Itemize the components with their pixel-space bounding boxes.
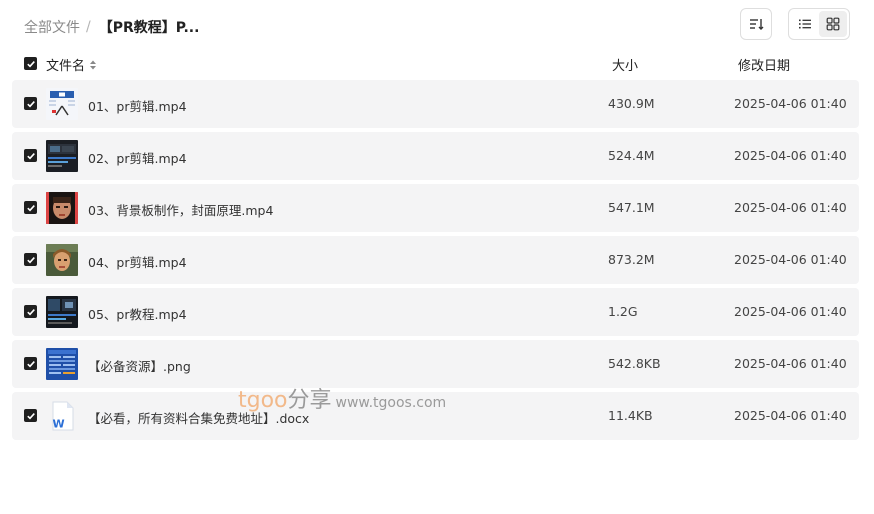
breadcrumb-current-folder: 【PR教程】P... (98, 20, 200, 36)
file-date: 2025-04-06 01:40 (734, 408, 847, 423)
word-doc-icon: W (52, 401, 74, 431)
file-name[interactable]: 【必看，所有资料合集免费地址】.docx (88, 408, 309, 427)
table-header: 文件名 大小 修改日期 (24, 54, 854, 74)
file-size: 11.4KB (608, 408, 653, 423)
breadcrumb-separator: / (86, 19, 91, 35)
file-size: 547.1M (608, 200, 655, 215)
video-thumbnail-icon (46, 88, 78, 120)
checkmark-icon (26, 204, 35, 211)
row-checkbox[interactable] (24, 357, 37, 370)
row-checkbox[interactable] (24, 97, 37, 110)
checkmark-icon (26, 360, 35, 367)
row-checkbox[interactable] (24, 149, 37, 162)
file-name[interactable]: 02、pr剪辑.mp4 (88, 148, 187, 167)
name-column-header[interactable]: 文件名 (46, 55, 98, 74)
file-row[interactable]: 02、pr剪辑.mp4 524.4M 2025-04-06 01:40 (12, 132, 859, 180)
name-header-label: 文件名 (46, 59, 86, 74)
file-date: 2025-04-06 01:40 (734, 356, 847, 371)
date-column-header[interactable]: 修改日期 (738, 55, 790, 74)
file-name[interactable]: 01、pr剪辑.mp4 (88, 96, 187, 115)
file-row[interactable]: 03、背景板制作，封面原理.mp4 547.1M 2025-04-06 01:4… (12, 184, 859, 232)
view-toggle (788, 8, 850, 40)
file-size: 430.9M (608, 96, 655, 111)
sort-button[interactable] (740, 8, 772, 40)
size-column-header[interactable]: 大小 (612, 55, 638, 74)
list-view-button[interactable] (791, 11, 819, 37)
video-thumbnail-icon (46, 244, 78, 276)
grid-view-icon (826, 17, 840, 31)
checkmark-icon (26, 100, 35, 107)
select-all-checkbox[interactable] (24, 57, 37, 70)
file-size: 873.2M (608, 252, 655, 267)
file-row[interactable]: 04、pr剪辑.mp4 873.2M 2025-04-06 01:40 (12, 236, 859, 284)
image-thumbnail-icon (46, 348, 78, 380)
list-view-icon (799, 19, 811, 29)
grid-view-button[interactable] (819, 11, 847, 37)
sort-toggle-icon (90, 60, 97, 69)
file-row[interactable]: 01、pr剪辑.mp4 430.9M 2025-04-06 01:40 (12, 80, 859, 128)
file-date: 2025-04-06 01:40 (734, 304, 847, 319)
file-date: 2025-04-06 01:40 (734, 200, 847, 215)
file-date: 2025-04-06 01:40 (734, 148, 847, 163)
file-row[interactable]: 【必备资源】.png 542.8KB 2025-04-06 01:40 (12, 340, 859, 388)
sort-icon (750, 19, 764, 30)
video-thumbnail-icon (46, 192, 78, 224)
file-row[interactable]: W 【必看，所有资料合集免费地址】.docx 11.4KB 2025-04-06… (12, 392, 859, 440)
file-size: 542.8KB (608, 356, 661, 371)
row-checkbox[interactable] (24, 201, 37, 214)
file-size: 524.4M (608, 148, 655, 163)
video-thumbnail-icon (46, 140, 78, 172)
file-name[interactable]: 05、pr教程.mp4 (88, 304, 187, 323)
checkmark-icon (26, 256, 35, 263)
row-checkbox[interactable] (24, 253, 37, 266)
file-name[interactable]: 04、pr剪辑.mp4 (88, 252, 187, 271)
breadcrumb-root-link[interactable]: 全部文件 (24, 17, 80, 37)
checkmark-icon (26, 308, 35, 315)
file-name[interactable]: 【必备资源】.png (88, 356, 191, 375)
file-list: 01、pr剪辑.mp4 430.9M 2025-04-06 01:40 02、p… (12, 80, 859, 444)
checkmark-icon (26, 152, 35, 159)
breadcrumb: 全部文件 / 【PR教程】P... (24, 14, 850, 40)
video-thumbnail-icon (46, 296, 78, 328)
svg-text:W: W (53, 418, 65, 431)
file-size: 1.2G (608, 304, 638, 319)
file-name[interactable]: 03、背景板制作，封面原理.mp4 (88, 200, 273, 219)
file-date: 2025-04-06 01:40 (734, 96, 847, 111)
row-checkbox[interactable] (24, 409, 37, 422)
checkmark-icon (26, 60, 35, 67)
file-date: 2025-04-06 01:40 (734, 252, 847, 267)
file-row[interactable]: 05、pr教程.mp4 1.2G 2025-04-06 01:40 (12, 288, 859, 336)
checkmark-icon (26, 412, 35, 419)
row-checkbox[interactable] (24, 305, 37, 318)
